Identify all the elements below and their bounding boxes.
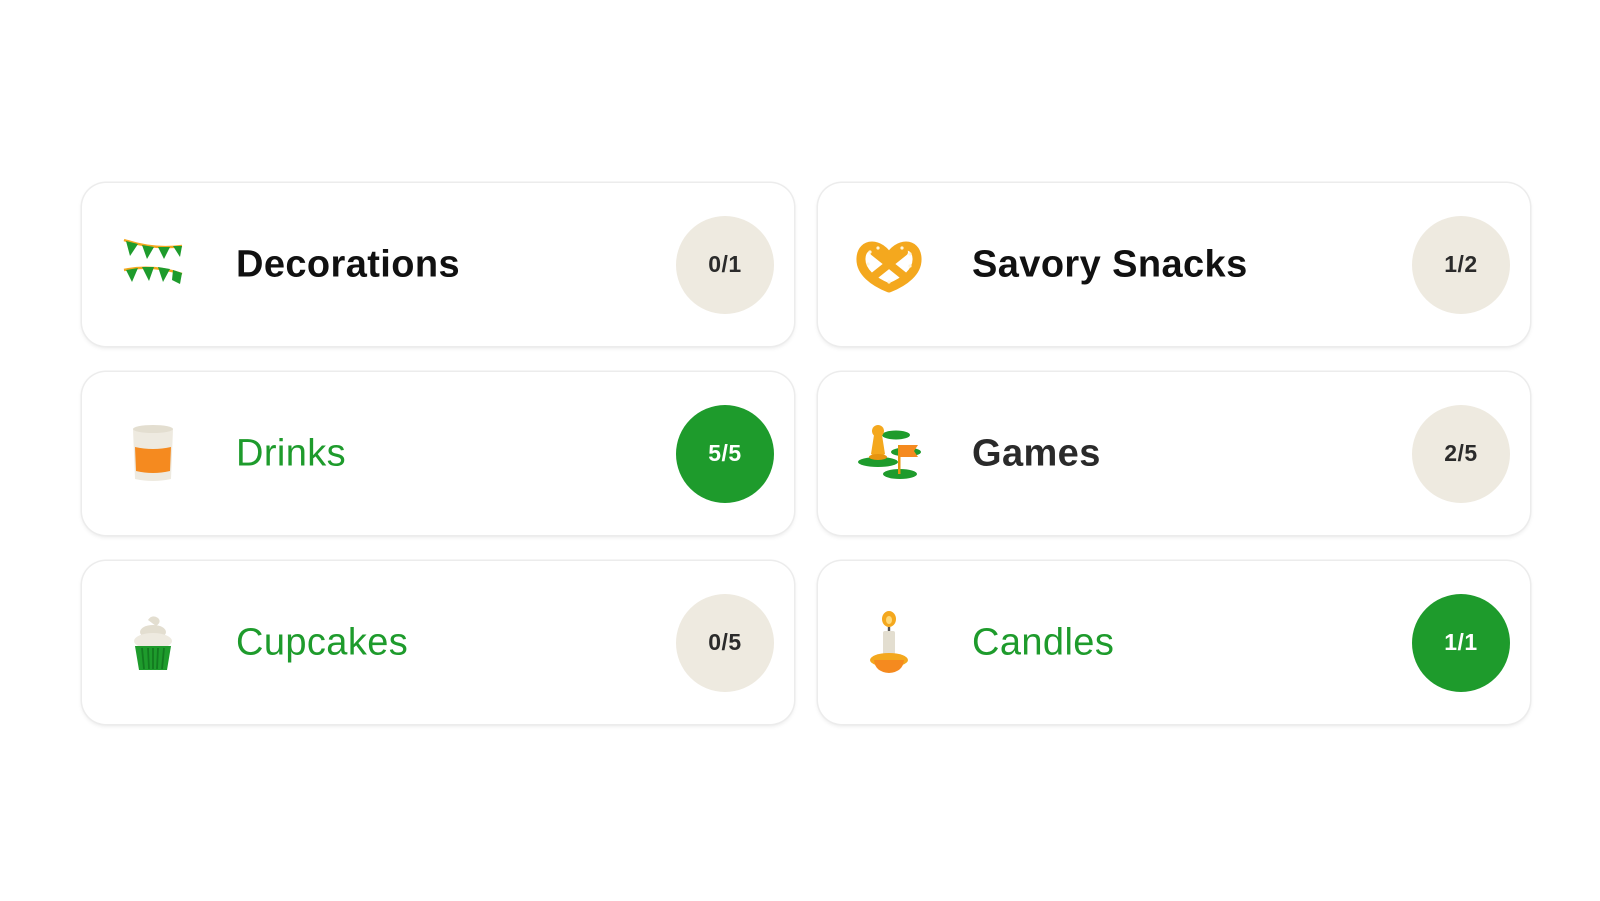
category-label: Savory Snacks (972, 243, 1248, 285)
category-label: Drinks (236, 432, 347, 474)
drink-glass-icon (118, 419, 188, 489)
progress-badge: 2/5 (1412, 404, 1510, 503)
category-card-decorations[interactable]: Decorations 0/1 (82, 183, 794, 346)
category-card-games[interactable]: Games 2/5 (818, 372, 1530, 535)
progress-badge: 0/5 (676, 593, 774, 692)
pretzel-icon (854, 230, 924, 300)
category-card-savory-snacks[interactable]: Savory Snacks 1/2 (818, 183, 1530, 346)
progress-badge: 1/1 (1412, 593, 1510, 692)
progress-badge: 1/2 (1412, 215, 1510, 314)
category-card-candles[interactable]: Candles 1/1 (818, 561, 1530, 724)
category-card-cupcakes[interactable]: Cupcakes 0/5 (82, 561, 794, 724)
category-label: Cupcakes (236, 621, 409, 663)
category-card-drinks[interactable]: Drinks 5/5 (82, 372, 794, 535)
progress-badge: 5/5 (676, 404, 774, 503)
category-label: Decorations (236, 243, 461, 285)
category-grid: Decorations 0/1 Savory Snacks 1/2 Drinks… (82, 183, 1530, 724)
progress-badge: 0/1 (676, 215, 774, 314)
bunting-icon (118, 230, 188, 300)
category-label: Candles (972, 621, 1115, 663)
candle-icon (854, 608, 924, 678)
game-pieces-icon (854, 419, 924, 489)
category-label: Games (972, 432, 1101, 474)
cupcake-icon (118, 608, 188, 678)
